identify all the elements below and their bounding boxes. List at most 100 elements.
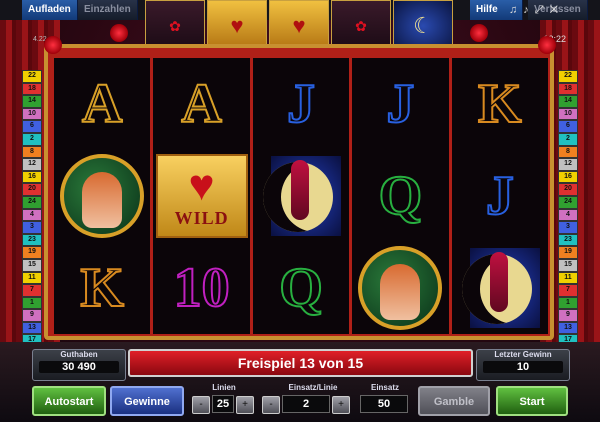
fullscreen-icon[interactable]: ⤢ [535, 4, 550, 16]
line-indicator-8: 8 [22, 145, 42, 159]
bet-per-line-label: Einsatz/Linie [288, 383, 338, 392]
bet-per-line-value: 2 [282, 395, 330, 413]
symbol-moon-girl [253, 150, 349, 242]
symbol-K: K [54, 242, 150, 334]
line-indicator-9: 9 [22, 309, 42, 322]
line-indicator-13: 13 [558, 321, 578, 335]
line-indicator-15: 15 [22, 258, 42, 272]
line-indicator-7: 7 [22, 284, 42, 297]
symbol-J: J [452, 150, 548, 242]
line-indicator-1: 1 [22, 296, 42, 310]
heart-rose-icon [110, 24, 128, 42]
line-indicator-12: 12 [558, 158, 578, 171]
volume-icon[interactable]: ♪ [523, 4, 535, 16]
symbol-Q-label: Q [378, 164, 424, 228]
line-indicator-20: 20 [558, 183, 578, 196]
line-indicator-10: 10 [558, 107, 578, 121]
line-indicator-19: 19 [22, 246, 42, 259]
gamble-button[interactable]: Gamble [418, 386, 490, 416]
symbol-moon-girl [452, 242, 548, 334]
close-icon[interactable]: ✕ [550, 4, 564, 16]
last-win-box: Letzter Gewinn 10 [476, 349, 570, 381]
paytable-button[interactable]: Gewinne [110, 386, 184, 416]
symbol-K-label: K [79, 256, 125, 320]
symbol-A: A [153, 58, 249, 150]
freespin-banner: Freispiel 13 von 15 [128, 349, 473, 377]
rose-icon [538, 36, 556, 54]
symbol-Q: Q [352, 150, 448, 242]
line-indicator-18: 18 [558, 82, 578, 96]
line-indicator-9: 9 [558, 309, 578, 322]
moon-girl-symbol-icon [257, 152, 345, 240]
credit-value: 30 490 [39, 361, 119, 373]
symbol-lady [352, 242, 448, 334]
lines-minus-button[interactable]: - [192, 396, 210, 414]
load-button[interactable]: Aufladen [22, 0, 78, 20]
symbol-J-label: J [385, 72, 415, 136]
payout-button[interactable]: Einzahlen [78, 0, 138, 20]
rose-icon [44, 36, 62, 54]
bet-line-plus-button[interactable]: + [332, 396, 350, 414]
reel-5: KJ [451, 58, 549, 334]
autostart-button[interactable]: Autostart [32, 386, 106, 416]
symbol-lady [54, 150, 150, 242]
line-indicator-22: 22 [558, 70, 578, 83]
symbol-Q: Q [253, 242, 349, 334]
symbol-J: J [352, 58, 448, 150]
line-indicator-23: 23 [22, 233, 42, 247]
line-indicator-13: 13 [22, 321, 42, 335]
symbol-A-label: A [81, 72, 123, 136]
symbol-J-label: J [485, 164, 515, 228]
line-indicator-16: 16 [558, 170, 578, 184]
symbol-10-label: 10 [173, 256, 231, 320]
symbol-Q-label: Q [278, 256, 324, 320]
reel-2: A ♥ WILD 10 [153, 58, 250, 334]
reel-3: JQ [252, 58, 350, 334]
line-indicator-6: 6 [22, 120, 42, 133]
last-win-label: Letzter Gewinn [494, 350, 552, 359]
lady-symbol-icon [358, 246, 443, 330]
last-win-value: 10 [483, 361, 563, 373]
line-indicator-6: 6 [558, 120, 578, 133]
line-indicator-23: 23 [558, 233, 578, 247]
line-indicator-8: 8 [558, 145, 578, 159]
start-button[interactable]: Start [496, 386, 568, 416]
lady-symbol-icon [60, 154, 145, 238]
symbol-K-label: K [477, 72, 523, 136]
symbol-A-label: A [180, 72, 222, 136]
line-indicator-24: 24 [22, 195, 42, 209]
line-numbers-right: 221814106281216202443231915117191317215 [558, 70, 578, 373]
line-indicator-14: 14 [22, 95, 42, 108]
music-icon[interactable]: ♫ [509, 4, 523, 16]
line-indicator-1: 1 [558, 296, 578, 310]
symbol-J-label: J [286, 72, 316, 136]
line-indicator-3: 3 [22, 221, 42, 234]
line-indicator-10: 10 [22, 107, 42, 121]
symbol-10: 10 [153, 242, 249, 334]
line-indicator-11: 11 [22, 271, 42, 285]
bet-line-minus-button[interactable]: - [262, 396, 280, 414]
lines-plus-button[interactable]: + [236, 396, 254, 414]
heart-rose-icon [470, 24, 488, 42]
line-indicator-7: 7 [558, 284, 578, 297]
total-bet-label: Einsatz [370, 383, 399, 392]
line-indicator-11: 11 [558, 271, 578, 285]
line-indicator-18: 18 [22, 82, 42, 96]
line-numbers-left: 221814106281216202443231915117191317215 [22, 70, 42, 373]
line-indicator-20: 20 [22, 183, 42, 196]
line-indicator-2: 2 [558, 132, 578, 146]
line-indicator-2: 2 [22, 132, 42, 146]
total-bet-value: 50 [360, 395, 408, 413]
line-indicator-3: 3 [558, 221, 578, 234]
wild-symbol-icon: ♥ WILD [155, 154, 248, 238]
lines-value: 25 [212, 395, 234, 413]
line-indicator-12: 12 [22, 158, 42, 171]
lines-label: Linien [212, 383, 236, 392]
line-indicator-4: 4 [558, 208, 578, 222]
line-indicator-15: 15 [558, 258, 578, 272]
symbol-wild: ♥ WILD [153, 150, 249, 242]
status-icons[interactable]: ♫♪⤢✕ [509, 4, 564, 17]
line-indicator-4: 4 [22, 208, 42, 222]
symbol-J: J [253, 58, 349, 150]
line-indicator-16: 16 [22, 170, 42, 184]
